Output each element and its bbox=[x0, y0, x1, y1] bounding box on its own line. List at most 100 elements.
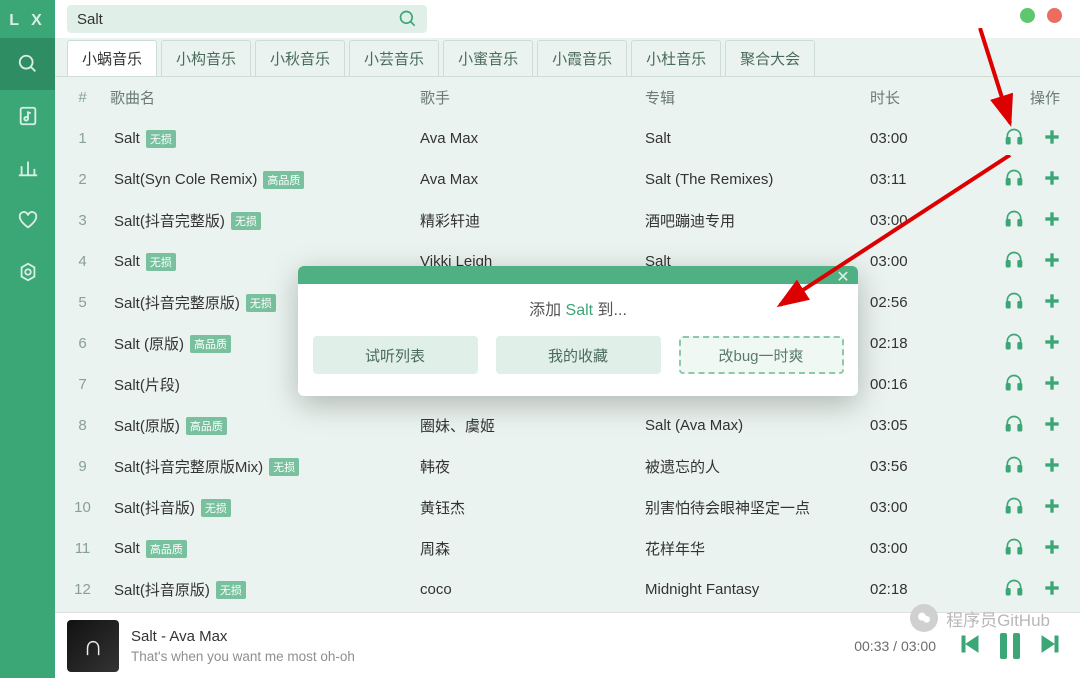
plus-icon bbox=[1042, 578, 1062, 598]
sidebar-item-settings[interactable] bbox=[0, 246, 55, 298]
modal-option-1[interactable]: 我的收藏 bbox=[496, 336, 661, 374]
track-cover[interactable]: ∩ bbox=[67, 620, 119, 672]
row-length: 03:56 bbox=[870, 458, 980, 475]
search-button[interactable] bbox=[395, 9, 421, 29]
player-bar: ∩ Salt - Ava Max That's when you want me… bbox=[55, 612, 1080, 678]
tab-source-0[interactable]: 小蜗音乐 bbox=[67, 40, 157, 76]
tab-source-2[interactable]: 小秋音乐 bbox=[255, 40, 345, 76]
row-length: 03:00 bbox=[870, 253, 980, 270]
modal-option-2[interactable]: 改bug一时爽 bbox=[679, 336, 844, 374]
col-idx-header: # bbox=[55, 89, 110, 106]
plus-icon bbox=[1042, 332, 1062, 352]
listen-button[interactable] bbox=[1004, 414, 1024, 438]
tab-source-4[interactable]: 小蜜音乐 bbox=[443, 40, 533, 76]
row-artist: Ava Max bbox=[420, 130, 645, 147]
add-button[interactable] bbox=[1042, 291, 1062, 315]
headphone-icon bbox=[1004, 496, 1024, 516]
row-length: 03:11 bbox=[870, 171, 980, 188]
row-index: 11 bbox=[55, 540, 110, 557]
track-title: Salt - Ava Max bbox=[131, 628, 854, 645]
add-button[interactable] bbox=[1042, 537, 1062, 561]
listen-button[interactable] bbox=[1004, 578, 1024, 602]
gear-icon bbox=[17, 261, 39, 283]
listen-button[interactable] bbox=[1004, 537, 1024, 561]
tab-source-7[interactable]: 聚合大会 bbox=[725, 40, 815, 76]
row-index: 3 bbox=[55, 212, 110, 229]
search-input[interactable] bbox=[77, 11, 395, 28]
row-index: 9 bbox=[55, 458, 110, 475]
row-artist: 黄钰杰 bbox=[420, 497, 645, 518]
add-button[interactable] bbox=[1042, 127, 1062, 151]
tab-source-3[interactable]: 小芸音乐 bbox=[349, 40, 439, 76]
col-length-header: 时长 bbox=[870, 87, 980, 108]
add-button[interactable] bbox=[1042, 578, 1062, 602]
row-album: Salt (The Remixes) bbox=[645, 171, 870, 188]
sidebar-item-search[interactable] bbox=[0, 38, 55, 90]
search-box[interactable] bbox=[67, 5, 427, 33]
prev-button[interactable] bbox=[958, 632, 982, 659]
listen-button[interactable] bbox=[1004, 455, 1024, 479]
headphone-icon bbox=[1004, 578, 1024, 598]
row-name: Salt无损 bbox=[110, 130, 420, 148]
table-row[interactable]: 12Salt(抖音原版)无损cocoMidnight Fantasy02:18 bbox=[55, 569, 1080, 610]
listen-button[interactable] bbox=[1004, 168, 1024, 192]
minimize-button[interactable] bbox=[1020, 8, 1035, 23]
sidebar-item-library[interactable] bbox=[0, 90, 55, 142]
titlebar bbox=[55, 0, 1080, 38]
add-button[interactable] bbox=[1042, 209, 1062, 233]
add-button[interactable] bbox=[1042, 332, 1062, 356]
plus-icon bbox=[1042, 291, 1062, 311]
track-lyric: That's when you want me most oh-oh bbox=[131, 649, 854, 664]
pause-button[interactable] bbox=[1000, 633, 1020, 659]
listen-button[interactable] bbox=[1004, 291, 1024, 315]
row-name: Salt高品质 bbox=[110, 540, 420, 558]
row-index: 7 bbox=[55, 376, 110, 393]
add-button[interactable] bbox=[1042, 414, 1062, 438]
headphone-icon bbox=[1004, 332, 1024, 352]
plus-icon bbox=[1042, 168, 1062, 188]
quality-badge: 高品质 bbox=[186, 417, 227, 435]
table-row[interactable]: 8Salt(原版)高品质圈妹、虞姬Salt (Ava Max)03:05 bbox=[55, 405, 1080, 446]
table-row[interactable]: 2Salt(Syn Cole Remix)高品质Ava MaxSalt (The… bbox=[55, 159, 1080, 200]
col-name-header: 歌曲名 bbox=[110, 87, 420, 108]
close-button[interactable] bbox=[1047, 8, 1062, 23]
quality-badge: 高品质 bbox=[146, 540, 187, 558]
listen-button[interactable] bbox=[1004, 373, 1024, 397]
tab-source-5[interactable]: 小霞音乐 bbox=[537, 40, 627, 76]
close-icon: ✕ bbox=[836, 269, 849, 286]
listen-button[interactable] bbox=[1004, 496, 1024, 520]
add-button[interactable] bbox=[1042, 496, 1062, 520]
headphone-icon bbox=[1004, 168, 1024, 188]
sidebar-item-favorite[interactable] bbox=[0, 194, 55, 246]
listen-button[interactable] bbox=[1004, 209, 1024, 233]
next-button[interactable] bbox=[1038, 632, 1062, 659]
headphone-icon bbox=[1004, 209, 1024, 229]
listen-button[interactable] bbox=[1004, 332, 1024, 356]
add-button[interactable] bbox=[1042, 168, 1062, 192]
sidebar-item-charts[interactable] bbox=[0, 142, 55, 194]
row-length: 03:00 bbox=[870, 130, 980, 147]
quality-badge: 无损 bbox=[146, 130, 176, 148]
quality-badge: 无损 bbox=[269, 458, 299, 476]
listen-button[interactable] bbox=[1004, 127, 1024, 151]
listen-button[interactable] bbox=[1004, 250, 1024, 274]
table-row[interactable]: 10Salt(抖音版)无损黄钰杰别害怕待会眼神坚定一点03:00 bbox=[55, 487, 1080, 528]
tab-source-1[interactable]: 小构音乐 bbox=[161, 40, 251, 76]
tab-source-6[interactable]: 小杜音乐 bbox=[631, 40, 721, 76]
plus-icon bbox=[1042, 537, 1062, 557]
add-button[interactable] bbox=[1042, 373, 1062, 397]
table-row[interactable]: 1Salt无损Ava MaxSalt03:00 bbox=[55, 118, 1080, 159]
player-controls bbox=[958, 632, 1062, 659]
plus-icon bbox=[1042, 455, 1062, 475]
quality-badge: 无损 bbox=[146, 253, 176, 271]
table-row[interactable]: 9Salt(抖音完整原版Mix)无损韩夜被遗忘的人03:56 bbox=[55, 446, 1080, 487]
modal-option-0[interactable]: 试听列表 bbox=[313, 336, 478, 374]
row-artist: 圈妹、虞姬 bbox=[420, 415, 645, 436]
add-button[interactable] bbox=[1042, 250, 1062, 274]
table-row[interactable]: 11Salt高品质周森花样年华03:00 bbox=[55, 528, 1080, 569]
modal-close-button[interactable]: ✕ bbox=[834, 267, 852, 287]
add-button[interactable] bbox=[1042, 455, 1062, 479]
plus-icon bbox=[1042, 496, 1062, 516]
row-length: 02:56 bbox=[870, 294, 980, 311]
table-row[interactable]: 3Salt(抖音完整版)无损精彩轩迪酒吧蹦迪专用03:00 bbox=[55, 200, 1080, 241]
